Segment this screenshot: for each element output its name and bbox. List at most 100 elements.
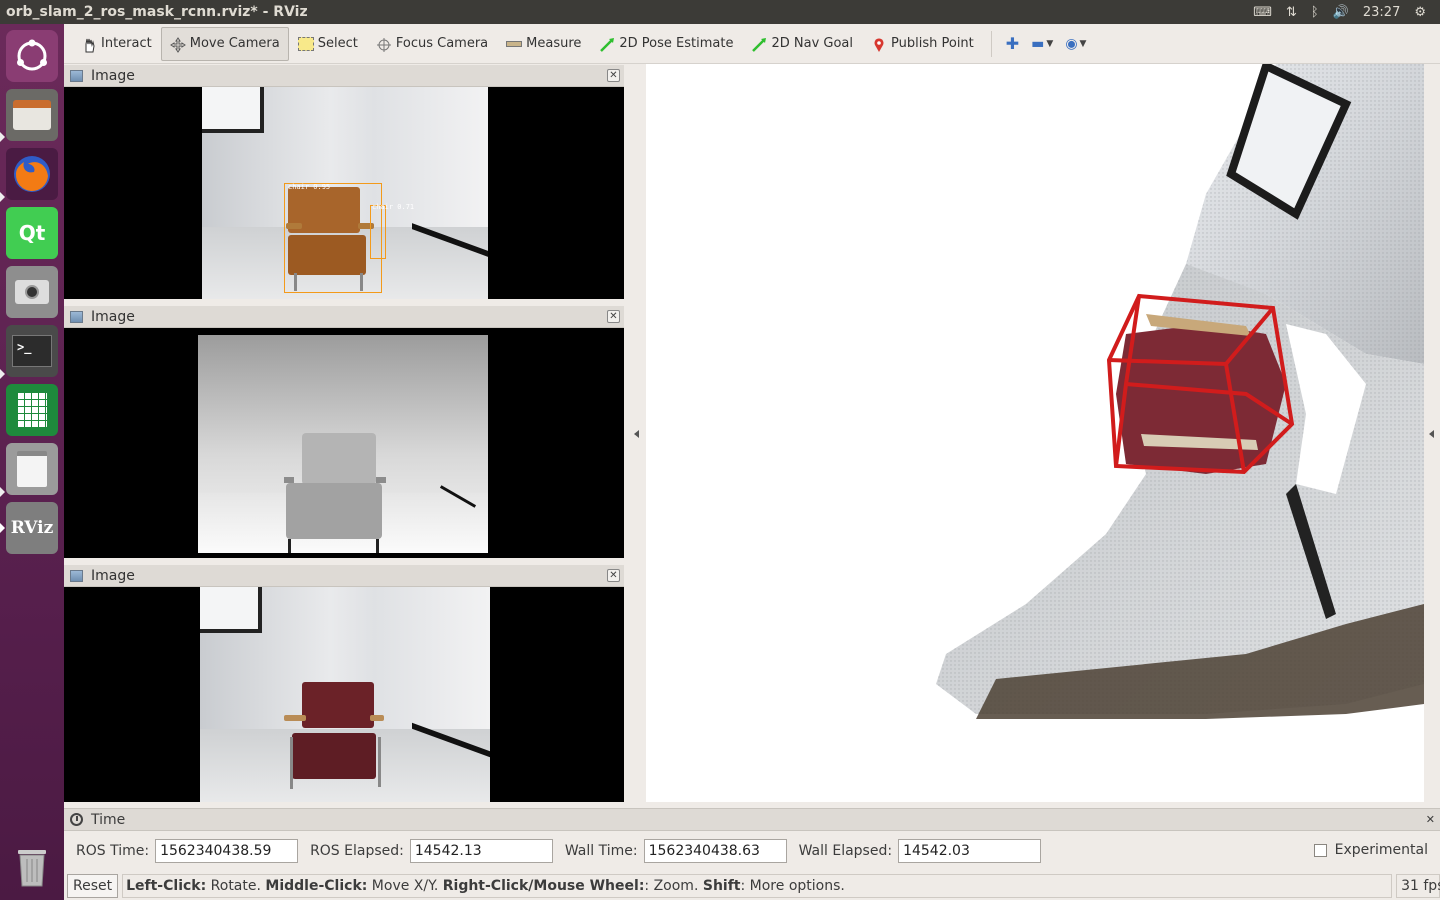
bluetooth-icon[interactable]: ᛒ bbox=[1311, 5, 1319, 20]
map-pin-icon bbox=[871, 37, 887, 52]
pose-estimate-label: 2D Pose Estimate bbox=[619, 36, 734, 51]
files-icon[interactable] bbox=[6, 89, 58, 141]
add-tool-button[interactable]: ✚ bbox=[1000, 34, 1025, 53]
panel-title: Image bbox=[91, 567, 135, 584]
hand-icon bbox=[81, 37, 97, 52]
panel-title: Image bbox=[91, 308, 135, 325]
status-hint: Left-Click: Rotate. Middle-Click: Move X… bbox=[122, 874, 1393, 898]
fps-counter: 31 fps bbox=[1396, 874, 1440, 898]
clock-icon bbox=[70, 813, 83, 826]
system-tray: ⌨ ⇅ ᛒ 🔊 23:27 ⚙ bbox=[1253, 5, 1440, 20]
move-arrows-icon bbox=[169, 36, 186, 53]
hint-right: : Zoom. bbox=[644, 878, 703, 894]
volume-icon[interactable]: 🔊 bbox=[1333, 5, 1349, 20]
close-icon[interactable]: ✕ bbox=[1426, 813, 1435, 826]
keyboard-icon[interactable]: ⌨ bbox=[1253, 5, 1272, 20]
spreadsheet-icon[interactable] bbox=[6, 384, 58, 436]
ros-time-field[interactable]: 1562340438.59 bbox=[155, 839, 299, 863]
image-view bbox=[64, 328, 624, 558]
move-camera-label: Move Camera bbox=[189, 36, 280, 51]
detection-box-1 bbox=[284, 183, 382, 293]
time-panel: Time ✕ ROS Time: 1562340438.59 ROS Elaps… bbox=[64, 808, 1440, 870]
3d-render-view[interactable] bbox=[646, 64, 1424, 802]
qt-creator-icon[interactable]: Qt bbox=[6, 207, 58, 259]
depth-image bbox=[198, 335, 488, 553]
image-view bbox=[64, 587, 624, 802]
wall-time-field[interactable]: 1562340438.63 bbox=[643, 839, 787, 863]
clock[interactable]: 23:27 bbox=[1363, 5, 1400, 20]
panel-title-bar: Image ✕ bbox=[64, 565, 624, 587]
detection-label-1: chair 0.95 bbox=[288, 183, 331, 191]
view-tool-button[interactable]: ◉ ▼ bbox=[1059, 36, 1092, 52]
ros-elapsed-field[interactable]: 14542.13 bbox=[409, 839, 553, 863]
experimental-checkbox[interactable] bbox=[1313, 843, 1327, 857]
focus-camera-tool-button[interactable]: Focus Camera bbox=[367, 27, 497, 61]
eye-icon: ◉ bbox=[1065, 35, 1078, 52]
image-icon bbox=[70, 569, 83, 582]
measure-tool-button[interactable]: Measure bbox=[497, 27, 590, 61]
wall-elapsed-field[interactable]: 14542.03 bbox=[898, 839, 1042, 863]
terminal-icon[interactable]: >_ bbox=[6, 325, 58, 377]
remove-tool-button[interactable]: ▬ ▼ bbox=[1025, 36, 1059, 52]
close-icon[interactable]: ✕ bbox=[607, 310, 620, 323]
firefox-icon[interactable] bbox=[6, 148, 58, 200]
collapse-right-icon bbox=[1429, 430, 1434, 438]
ros-elapsed-label: ROS Elapsed: bbox=[310, 843, 404, 859]
close-icon[interactable]: ✕ bbox=[607, 69, 620, 82]
panel-title: Image bbox=[91, 67, 135, 84]
green-arrow-icon bbox=[751, 37, 767, 52]
camera-image bbox=[200, 587, 490, 802]
ros-time-label: ROS Time: bbox=[76, 843, 150, 859]
image-view: chair 0.95 chair 0.71 bbox=[64, 87, 624, 299]
select-label: Select bbox=[317, 36, 358, 51]
collapse-left-icon bbox=[634, 430, 639, 438]
experimental-label: Experimental bbox=[1334, 842, 1428, 858]
detection-box-2 bbox=[370, 205, 386, 259]
chevron-down-icon: ▼ bbox=[1046, 38, 1054, 49]
time-panel-title: Time bbox=[91, 811, 126, 828]
measure-label: Measure bbox=[526, 36, 582, 51]
image-panel-rgb: Image ✕ bbox=[64, 565, 624, 802]
tools-toolbar: Interact Move Camera Select Focus Camera… bbox=[64, 24, 1440, 64]
trash-icon[interactable] bbox=[6, 839, 58, 891]
right-splitter[interactable] bbox=[1424, 64, 1440, 802]
ruler-icon bbox=[506, 40, 523, 47]
experimental-toggle[interactable]: Experimental bbox=[1313, 842, 1428, 858]
network-icon[interactable]: ⇅ bbox=[1286, 5, 1297, 20]
camera-app-icon[interactable] bbox=[6, 266, 58, 318]
interact-tool-button[interactable]: Interact bbox=[72, 27, 161, 61]
hint-shift: : More options. bbox=[740, 878, 845, 894]
system-top-bar: orb_slam_2_ros_mask_rcnn.rviz* - RViz ⌨ … bbox=[0, 0, 1440, 24]
status-bar: Reset Left-Click: Rotate. Middle-Click: … bbox=[64, 872, 1440, 900]
reset-button[interactable]: Reset bbox=[67, 874, 119, 898]
green-arrow-icon bbox=[599, 37, 615, 52]
nav-goal-label: 2D Nav Goal bbox=[771, 36, 854, 51]
ubuntu-dash-icon[interactable] bbox=[6, 30, 58, 82]
text-editor-icon[interactable] bbox=[6, 443, 58, 495]
rviz-icon[interactable]: RViz bbox=[6, 502, 58, 554]
gear-icon[interactable]: ⚙ bbox=[1414, 5, 1426, 20]
rviz-window: Interact Move Camera Select Focus Camera… bbox=[64, 24, 1440, 900]
close-icon[interactable]: ✕ bbox=[607, 569, 620, 582]
image-panel-depth: Image ✕ bbox=[64, 306, 624, 558]
move-camera-tool-button[interactable]: Move Camera bbox=[160, 26, 289, 61]
select-box-icon bbox=[297, 36, 314, 51]
pose-estimate-tool-button[interactable]: 2D Pose Estimate bbox=[590, 27, 742, 61]
window-title: orb_slam_2_ros_mask_rcnn.rviz* - RViz bbox=[6, 4, 308, 20]
hint-shift-key: Shift bbox=[702, 878, 741, 894]
hint-middle: Move X/Y. bbox=[367, 878, 443, 894]
left-splitter[interactable] bbox=[628, 64, 646, 802]
select-tool-button[interactable]: Select bbox=[289, 27, 367, 61]
publish-point-tool-button[interactable]: Publish Point bbox=[862, 27, 983, 61]
time-panel-title-bar: Time ✕ bbox=[64, 809, 1440, 831]
point-cloud bbox=[936, 64, 1424, 719]
launcher: Qt >_ RViz bbox=[0, 24, 64, 900]
chevron-down-icon: ▼ bbox=[1079, 38, 1087, 49]
panel-title-bar: Image ✕ bbox=[64, 306, 624, 328]
hint-middle-key: Middle-Click: bbox=[265, 878, 368, 894]
nav-goal-tool-button[interactable]: 2D Nav Goal bbox=[742, 27, 862, 61]
hint-right-key: Right-Click/Mouse Wheel: bbox=[442, 878, 645, 894]
minus-icon: ▬ bbox=[1031, 35, 1045, 52]
crosshair-icon bbox=[376, 37, 392, 52]
interact-label: Interact bbox=[101, 36, 152, 51]
